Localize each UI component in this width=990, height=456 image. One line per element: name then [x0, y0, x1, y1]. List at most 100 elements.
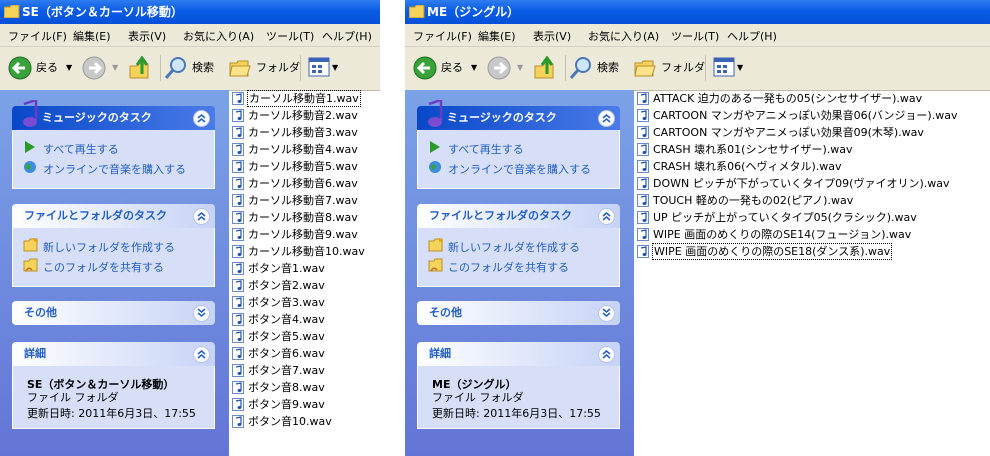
menu-view[interactable]: 表示(V)	[533, 28, 571, 44]
chevron-up-icon	[197, 212, 206, 221]
back-arrow-icon	[413, 56, 437, 80]
file-folder-tasks-header[interactable]: ファイルとフォルダのタスク	[12, 204, 215, 228]
dropdown-arrow-icon: ▼	[66, 63, 73, 72]
play-icon	[430, 141, 440, 153]
toolbar-separator	[565, 55, 566, 81]
search-button[interactable]: 検索	[164, 55, 220, 81]
expand-button[interactable]	[598, 305, 615, 322]
file-folder-tasks-panel: ファイルとフォルダのタスク 新しいフォルダを作成する このフォルダを共有する	[12, 204, 215, 287]
other-places-header[interactable]: その他	[417, 301, 620, 325]
back-button[interactable]: 戻る ▼	[8, 55, 74, 81]
music-note-icon	[23, 100, 38, 127]
title-bar[interactable]: SE（ボタン＆カーソル移動）	[0, 0, 380, 24]
folders-icon	[634, 60, 656, 77]
toolbar-separator	[705, 55, 706, 81]
audio-file-icon	[232, 330, 244, 343]
audio-file-icon	[232, 364, 244, 377]
chevron-up-icon	[602, 212, 611, 221]
file-name: カーソル移動音1.wav	[247, 90, 361, 107]
chevron-up-icon	[602, 114, 611, 123]
file-name: ボタン音10.wav	[248, 415, 332, 428]
file-name: カーソル移動音2.wav	[248, 109, 358, 122]
details-panel: 詳細 ME（ジングル） ファイル フォルダ 更新日時: 2011年6月3日、17…	[417, 342, 620, 429]
music-tasks-header[interactable]: ミュージックのタスク	[417, 100, 620, 130]
search-button[interactable]: 検索	[569, 55, 625, 81]
globe-icon	[24, 161, 36, 173]
share-folder-icon	[428, 258, 443, 272]
menu-favorites[interactable]: お気に入り(A)	[183, 28, 254, 44]
views-button[interactable]: ▼	[308, 55, 340, 81]
up-folder-icon	[534, 56, 554, 79]
file-name: カーソル移動音8.wav	[248, 211, 358, 224]
audio-file-icon	[637, 126, 649, 139]
audio-file-icon	[637, 143, 649, 156]
audio-file-icon	[232, 92, 244, 105]
details-folder-type: ファイル フォルダ	[432, 391, 524, 404]
chevron-down-icon	[197, 308, 206, 317]
menu-favorites[interactable]: お気に入り(A)	[588, 28, 659, 44]
up-folder-icon	[129, 56, 149, 79]
audio-file-icon	[637, 109, 649, 122]
folder-icon	[409, 5, 425, 18]
audio-file-icon	[232, 313, 244, 326]
menu-tools[interactable]: ツール(T)	[671, 28, 719, 44]
music-tasks-panel: ミュージックのタスク すべて再生する オンラインで音楽を購入する	[12, 100, 215, 189]
search-icon	[164, 57, 186, 79]
audio-file-icon	[637, 177, 649, 190]
chevron-up-icon	[602, 350, 611, 359]
file-name: ボタン音7.wav	[248, 364, 325, 377]
collapse-button[interactable]	[598, 208, 615, 225]
folders-button[interactable]: フォルダ	[228, 55, 300, 81]
file-name: CARTOON マンガやアニメっぽい効果音09(木琴).wav	[653, 126, 924, 139]
collapse-button[interactable]	[598, 110, 615, 127]
file-name: WIPE 画面のめくりの際のSE14(フュージョン).wav	[653, 228, 912, 241]
music-tasks-body: すべて再生する オンラインで音楽を購入する	[417, 130, 620, 189]
up-button[interactable]	[128, 55, 156, 81]
menu-edit[interactable]: 編集(E)	[478, 28, 516, 44]
file-name: ボタン音9.wav	[248, 398, 325, 411]
details-header[interactable]: 詳細	[417, 342, 620, 366]
audio-file-icon	[637, 92, 649, 105]
expand-button[interactable]	[193, 305, 210, 322]
file-name: カーソル移動音6.wav	[248, 177, 358, 190]
details-header[interactable]: 詳細	[12, 342, 215, 366]
audio-file-icon	[232, 262, 244, 275]
file-folder-tasks-header[interactable]: ファイルとフォルダのタスク	[417, 204, 620, 228]
title-bar[interactable]: ME（ジングル）	[405, 0, 990, 24]
file-name: ボタン音8.wav	[248, 381, 325, 394]
menu-help[interactable]: ヘルプ(H)	[727, 28, 777, 44]
dropdown-arrow-icon: ▼	[471, 63, 478, 72]
forward-button[interactable]: ▼	[82, 55, 120, 81]
forward-button[interactable]: ▼	[487, 55, 525, 81]
toolbar: 戻る ▼ ▼ 検索 フォルダ ▼	[405, 47, 990, 91]
folders-button[interactable]: フォルダ	[633, 55, 705, 81]
other-places-header[interactable]: その他	[12, 301, 215, 325]
back-arrow-icon	[8, 56, 32, 80]
menu-help[interactable]: ヘルプ(H)	[322, 28, 372, 44]
audio-file-icon	[232, 279, 244, 292]
music-tasks-header[interactable]: ミュージックのタスク	[12, 100, 215, 130]
music-tasks-body: すべて再生する オンラインで音楽を購入する	[12, 130, 215, 189]
menu-view[interactable]: 表示(V)	[128, 28, 166, 44]
details-panel: 詳細 SE（ボタン＆カーソル移動） ファイル フォルダ 更新日時: 2011年6…	[12, 342, 215, 429]
details-modified-date: 更新日時: 2011年6月3日、17:55	[27, 407, 196, 420]
menu-tools[interactable]: ツール(T)	[266, 28, 314, 44]
collapse-button[interactable]	[193, 110, 210, 127]
share-folder-icon	[23, 258, 38, 272]
chevron-down-icon	[602, 308, 611, 317]
file-name: カーソル移動音3.wav	[248, 126, 358, 139]
back-button[interactable]: 戻る ▼	[413, 55, 479, 81]
audio-file-icon	[232, 347, 244, 360]
collapse-button[interactable]	[598, 346, 615, 363]
menu-bar: ファイル(F) 編集(E) 表示(V) お気に入り(A) ツール(T) ヘルプ(…	[405, 24, 990, 47]
file-name: ボタン音1.wav	[248, 262, 325, 275]
menu-file[interactable]: ファイル(F)	[413, 28, 472, 44]
audio-file-icon	[637, 228, 649, 241]
up-button[interactable]	[533, 55, 561, 81]
menu-edit[interactable]: 編集(E)	[73, 28, 111, 44]
audio-file-icon	[637, 245, 649, 258]
collapse-button[interactable]	[193, 208, 210, 225]
collapse-button[interactable]	[193, 346, 210, 363]
menu-file[interactable]: ファイル(F)	[8, 28, 67, 44]
views-button[interactable]: ▼	[713, 55, 745, 81]
